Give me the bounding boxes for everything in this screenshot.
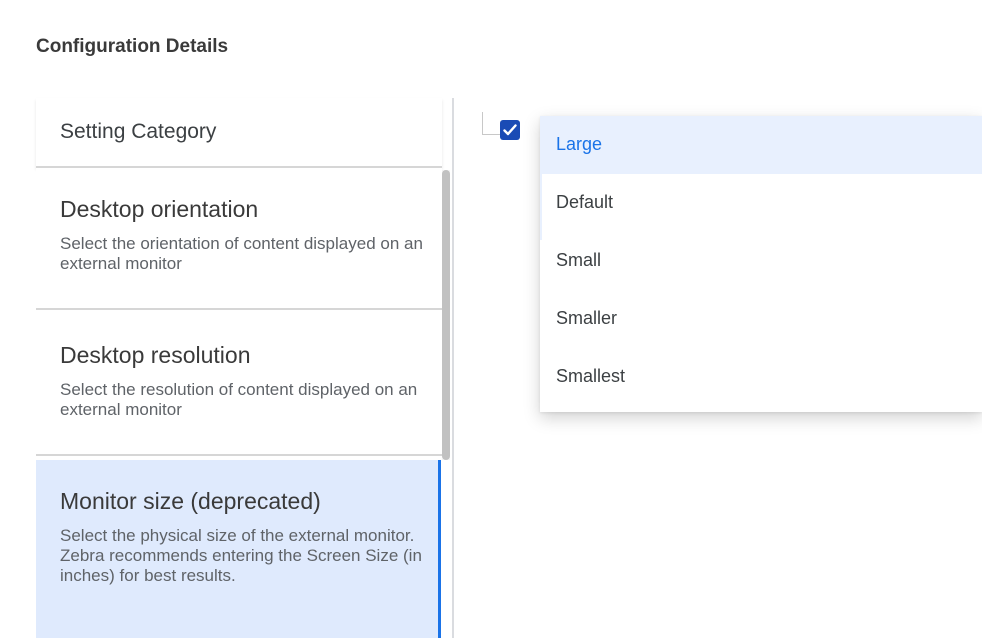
setting-item-desktop-resolution[interactable]: Desktop resolution Select the resolution… — [36, 314, 442, 456]
option-label: Default — [556, 192, 614, 212]
option-label: Small — [556, 250, 602, 270]
dropdown-option-smallest[interactable]: Smallest — [540, 348, 982, 406]
panel-divider — [452, 98, 454, 638]
tree-connector — [482, 112, 501, 135]
enable-checkbox[interactable] — [500, 120, 520, 140]
configuration-page: Configuration Details Setting Category D… — [0, 0, 982, 638]
setting-item-desktop-orientation[interactable]: Desktop orientation Select the orientati… — [36, 168, 442, 310]
setting-title: Desktop orientation — [60, 196, 259, 222]
setting-item-monitor-size[interactable]: Monitor size (deprecated) Select the phy… — [36, 460, 441, 638]
setting-description: Select the resolution of content display… — [60, 380, 418, 419]
dropdown-option-default[interactable]: Default — [540, 174, 982, 232]
setting-category-label: Setting Category — [60, 120, 217, 143]
option-label: Smallest — [556, 366, 626, 386]
setting-category-header: Setting Category — [36, 98, 442, 168]
setting-title: Desktop resolution — [60, 342, 251, 368]
setting-description: Select the physical size of the external… — [60, 526, 422, 585]
settings-panel: Setting Category Desktop orientation Sel… — [36, 98, 454, 638]
dropdown-option-small[interactable]: Small — [540, 232, 982, 290]
setting-description: Select the orientation of content displa… — [60, 234, 423, 273]
dropdown-option-smaller[interactable]: Smaller — [540, 290, 982, 348]
option-label: Large — [556, 134, 603, 154]
check-icon — [503, 124, 517, 136]
scrollbar-thumb[interactable] — [442, 170, 450, 460]
dropdown-option-large[interactable]: Large — [540, 116, 982, 174]
monitor-size-dropdown[interactable]: Large Default Small Smaller Smallest — [540, 116, 982, 412]
setting-title: Monitor size (deprecated) — [60, 488, 321, 514]
page-title: Configuration Details — [36, 36, 229, 57]
option-label: Smaller — [556, 308, 618, 328]
